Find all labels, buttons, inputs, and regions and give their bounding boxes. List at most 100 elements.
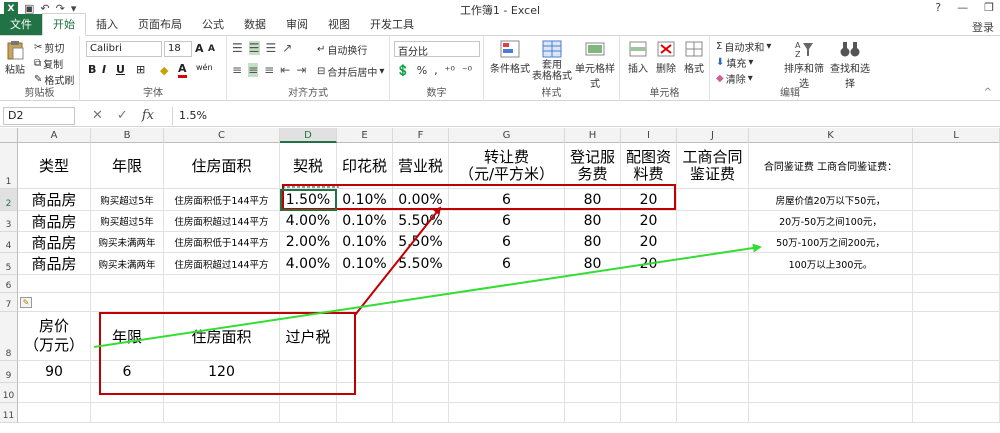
cell-b7[interactable] <box>91 293 164 312</box>
cell-e2[interactable]: 0.10% <box>337 189 393 211</box>
cell-a10[interactable] <box>18 383 91 403</box>
login-link[interactable]: 登录 <box>972 19 994 35</box>
cell-f4[interactable]: 5.50% <box>393 232 449 253</box>
column-header-a[interactable]: A <box>18 128 91 143</box>
cell-b1[interactable]: 年限 <box>91 143 164 189</box>
cell-f2[interactable]: 0.00% <box>393 189 449 211</box>
cell-d11[interactable] <box>280 403 337 423</box>
cell-k1[interactable]: 合同鉴证费 工商合同鉴证费： <box>749 143 913 189</box>
wrap-text-button[interactable]: ↵ 自动换行 <box>317 42 367 57</box>
vertical-align-buttons[interactable]: ☰ ☰ ☰ ↗ <box>232 41 292 55</box>
cell-l8[interactable] <box>913 312 1000 361</box>
italic-button[interactable]: I <box>102 63 106 76</box>
cell-l2[interactable] <box>913 189 1000 211</box>
tab-file[interactable]: 文件 <box>0 14 42 35</box>
cell-g7[interactable] <box>449 293 565 312</box>
row-header-6[interactable]: 6 <box>0 275 18 293</box>
outdent-icon[interactable]: ⇥ <box>296 63 306 77</box>
cell-g4[interactable]: 6 <box>449 232 565 253</box>
cell-l4[interactable] <box>913 232 1000 253</box>
decrease-decimal-icon[interactable]: ⁻⁰ <box>462 64 472 77</box>
cell-a3[interactable]: 商品房 <box>18 211 91 232</box>
cell-c10[interactable] <box>164 383 280 403</box>
paste-options-icon[interactable]: ✎ <box>20 296 32 308</box>
cell-d4[interactable]: 2.00% <box>280 232 337 253</box>
cell-k5[interactable]: 100万以上300元。 <box>749 253 913 275</box>
cell-c8[interactable]: 住房面积 <box>164 312 280 361</box>
cell-g9[interactable] <box>449 361 565 383</box>
align-top-icon[interactable]: ☰ <box>232 41 243 55</box>
cell-styles-button[interactable]: 单元格样式 <box>572 39 618 90</box>
cell-c9[interactable]: 120 <box>164 361 280 383</box>
cell-j1[interactable]: 工商合同 鉴证费 <box>677 143 749 189</box>
sort-filter-button[interactable]: AZ 排序和筛选 <box>782 39 826 90</box>
cell-h8[interactable] <box>565 312 621 361</box>
row-header-4[interactable]: 4 <box>0 232 18 253</box>
cell-j7[interactable] <box>677 293 749 312</box>
cell-k3[interactable]: 20万-50万之间100元， <box>749 211 913 232</box>
find-select-button[interactable]: 查找和选择 <box>828 39 872 90</box>
number-format-buttons[interactable]: 💲%, ⁺⁰ ⁻⁰ <box>396 64 472 77</box>
cell-j11[interactable] <box>677 403 749 423</box>
cell-g1[interactable]: 转让费 （元/平方米） <box>449 143 565 189</box>
cell-l9[interactable] <box>913 361 1000 383</box>
cell-h1[interactable]: 登记服 务费 <box>565 143 621 189</box>
cell-b3[interactable]: 购买超过5年 <box>91 211 164 232</box>
cell-g5[interactable]: 6 <box>449 253 565 275</box>
font-name-select[interactable]: Calibri <box>86 41 162 57</box>
row-header-2[interactable]: 2 <box>0 189 18 211</box>
cell-a7[interactable]: ✎ <box>18 293 91 312</box>
cell-l7[interactable] <box>913 293 1000 312</box>
phonetic-button[interactable]: wén <box>196 63 213 72</box>
cell-f9[interactable] <box>393 361 449 383</box>
cell-e9[interactable] <box>337 361 393 383</box>
cell-j5[interactable] <box>677 253 749 275</box>
cell-e11[interactable] <box>337 403 393 423</box>
row-header-11[interactable]: 11 <box>0 403 18 423</box>
cell-h10[interactable] <box>565 383 621 403</box>
cell-i3[interactable]: 20 <box>621 211 677 232</box>
column-header-h[interactable]: H <box>565 128 621 143</box>
cell-f1[interactable]: 营业税 <box>393 143 449 189</box>
cell-i11[interactable] <box>621 403 677 423</box>
cell-e4[interactable]: 0.10% <box>337 232 393 253</box>
cell-a11[interactable] <box>18 403 91 423</box>
align-bottom-icon[interactable]: ☰ <box>266 41 277 55</box>
cell-c1[interactable]: 住房面积 <box>164 143 280 189</box>
delete-button[interactable]: 删除 <box>652 39 680 75</box>
cell-c7[interactable] <box>164 293 280 312</box>
cell-g10[interactable] <box>449 383 565 403</box>
column-header-c[interactable]: C <box>164 128 280 143</box>
shrink-font-button[interactable]: A <box>208 44 215 54</box>
orientation-icon[interactable]: ↗ <box>282 41 292 55</box>
cell-g11[interactable] <box>449 403 565 423</box>
cell-k10[interactable] <box>749 383 913 403</box>
insert-button[interactable]: 插入 <box>624 39 652 75</box>
cell-f7[interactable] <box>393 293 449 312</box>
cell-a4[interactable]: 商品房 <box>18 232 91 253</box>
cell-h5[interactable]: 80 <box>565 253 621 275</box>
cell-k6[interactable] <box>749 275 913 293</box>
row-header-1[interactable]: 1 <box>0 143 18 189</box>
cell-f8[interactable] <box>393 312 449 361</box>
cell-i10[interactable] <box>621 383 677 403</box>
cell-d10[interactable] <box>280 383 337 403</box>
fill-color-icon[interactable]: ◆ <box>160 64 168 77</box>
cell-l11[interactable] <box>913 403 1000 423</box>
cell-k2[interactable]: 房屋价值20万以下50元， <box>749 189 913 211</box>
column-header-j[interactable]: J <box>677 128 749 143</box>
cell-i7[interactable] <box>621 293 677 312</box>
cell-g3[interactable]: 6 <box>449 211 565 232</box>
cell-k8[interactable] <box>749 312 913 361</box>
cell-k9[interactable] <box>749 361 913 383</box>
tab-page-layout[interactable]: 页面布局 <box>128 14 192 35</box>
cell-i6[interactable] <box>621 275 677 293</box>
cell-h3[interactable]: 80 <box>565 211 621 232</box>
indent-icon[interactable]: ⇤ <box>280 63 290 77</box>
cell-a2[interactable]: 商品房 <box>18 189 91 211</box>
align-right-icon[interactable]: ≡ <box>264 63 274 77</box>
row-header-8[interactable]: 8 <box>0 312 18 361</box>
copy-button[interactable]: ⧉ 复制 <box>34 56 63 71</box>
cell-b11[interactable] <box>91 403 164 423</box>
cell-d3[interactable]: 4.00% <box>280 211 337 232</box>
